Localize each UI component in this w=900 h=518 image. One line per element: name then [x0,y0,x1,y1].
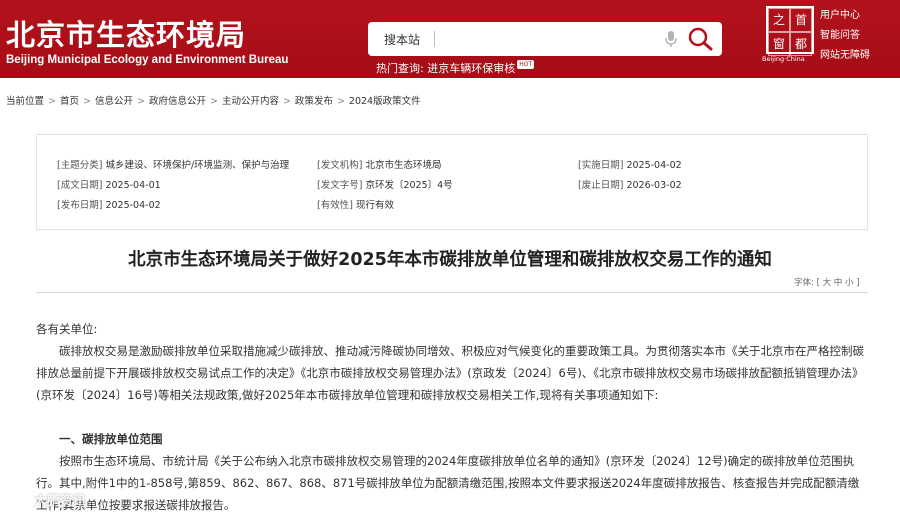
watermark: 大鹏资讯 [8,488,118,510]
meta-value: 现行有效 [355,200,394,211]
breadcrumb-item[interactable]: 首页 [60,96,79,107]
meta-validity: [有效性] 现行有效 [317,197,394,211]
site-logo-cn[interactable]: 北京市生态环境局 [6,12,246,54]
document-title: 北京市生态环境局关于做好2025年本市碳排放单位管理和碳排放权交易工作的通知 [128,250,772,270]
meta-key: [成文日期] [57,180,103,191]
meta-issuer: [发文机构] 北京市生态环境局 [317,157,441,171]
meta-key: [有效性] [317,200,353,211]
hot-search-link[interactable]: 进京车辆环保审核 [427,62,515,75]
meta-value: 2025-04-01 [105,180,161,191]
capital-window-seal[interactable]: 之 首 窗 都 [766,6,814,56]
meta-value: 2026-03-02 [626,180,682,191]
hot-badge: HOT [517,60,535,69]
seal-caption: Beijing·China [762,55,805,63]
user-center-link[interactable]: 用户中心 [820,6,870,26]
meta-doc-number: [发文字号] 京环发〔2025〕4号 [317,177,453,191]
meta-topic: [主题分类] 城乡建设、环境保护/环境监测、保护与治理 [57,157,289,171]
top-links: 用户中心 智能问答 网站无障碍 [820,6,870,66]
meta-value: 2025-04-02 [626,160,682,171]
breadcrumb-separator: > [336,96,345,107]
meta-value: 北京市生态环境局 [365,160,442,171]
hot-search: 热门查询: 进京车辆环保审核 HOT [376,60,535,76]
meta-value: 2025-04-02 [105,200,161,211]
breadcrumb-separator: > [48,96,56,107]
meta-value: 城乡建设、环境保护/环境监测、保护与治理 [105,160,290,171]
hot-search-label: 热门查询: [376,62,424,75]
accessibility-link[interactable]: 网站无障碍 [820,46,870,66]
site-header: 北京市生态环境局 Beijing Municipal Ecology and E… [0,0,900,78]
breadcrumb-item[interactable]: 2024版政策文件 [349,96,421,107]
body-paragraph: 按照市生态环境局、市统计局《关于公布纳入北京市碳排放权交易管理的2024年度碳排… [36,454,860,512]
section-heading: 一、碳排放单位范围 [59,432,163,446]
breadcrumb-separator: > [282,96,291,107]
body-paragraph: 碳排放权交易是激励碳排放单位采取措施减少碳排放、推动减污降碳协同增效、积极应对气… [36,344,864,402]
meta-value: 京环发〔2025〕4号 [365,180,453,191]
search-divider [434,31,435,47]
microphone-icon[interactable] [664,30,678,48]
document-meta-box: [主题分类] 城乡建设、环境保护/环境监测、保护与治理 [发文机构] 北京市生态… [36,134,868,230]
title-divider [36,292,868,293]
breadcrumb-item[interactable]: 政策发布 [295,96,333,107]
breadcrumb-item[interactable]: 政府信息公开 [149,96,206,107]
seal-char: 之 [768,8,790,32]
watermark-text: 大鹏资讯 [34,494,87,509]
search-input[interactable]: 搜本站 [384,31,420,48]
breadcrumb: 当前位置 > 首页 > 信息公开 > 政府信息公开 > 主动公开内容 > 政策发布 >2024版政策文… [6,93,421,107]
meta-written-date: [成文日期] 2025-04-01 [57,177,161,191]
meta-key: [发文机构] [317,160,363,171]
breadcrumb-item[interactable]: 主动公开内容 [222,96,279,107]
breadcrumb-separator: > [209,96,218,107]
smart-qa-link[interactable]: 智能问答 [820,26,870,46]
site-logo-en[interactable]: Beijing Municipal Ecology and Environmen… [6,54,288,66]
seal-char: 首 [790,8,812,32]
search-box[interactable]: 搜本站 [368,22,722,56]
seal-char: 都 [790,32,812,56]
font-size-switcher[interactable]: 字体: [ 大 中 小 ] [794,276,860,288]
breadcrumb-item[interactable]: 信息公开 [95,96,133,107]
seal-char: 窗 [768,32,790,56]
meta-key: [主题分类] [57,160,103,171]
magnifier-icon[interactable] [686,26,716,52]
meta-expire-date: [废止日期] 2026-03-02 [578,177,682,191]
meta-key: [废止日期] [578,180,624,191]
meta-key: [实施日期] [578,160,624,171]
salutation: 各有关单位: [36,322,98,336]
breadcrumb-separator: > [83,96,91,107]
meta-publish-date: [发布日期] 2025-04-02 [57,197,161,211]
meta-key: [发布日期] [57,200,103,211]
meta-impl-date: [实施日期] 2025-04-02 [578,157,682,171]
breadcrumb-prefix: 当前位置 [6,96,45,107]
watermark-logo-icon [8,493,29,505]
breadcrumb-separator: > [136,96,145,107]
meta-key: [发文字号] [317,180,363,191]
